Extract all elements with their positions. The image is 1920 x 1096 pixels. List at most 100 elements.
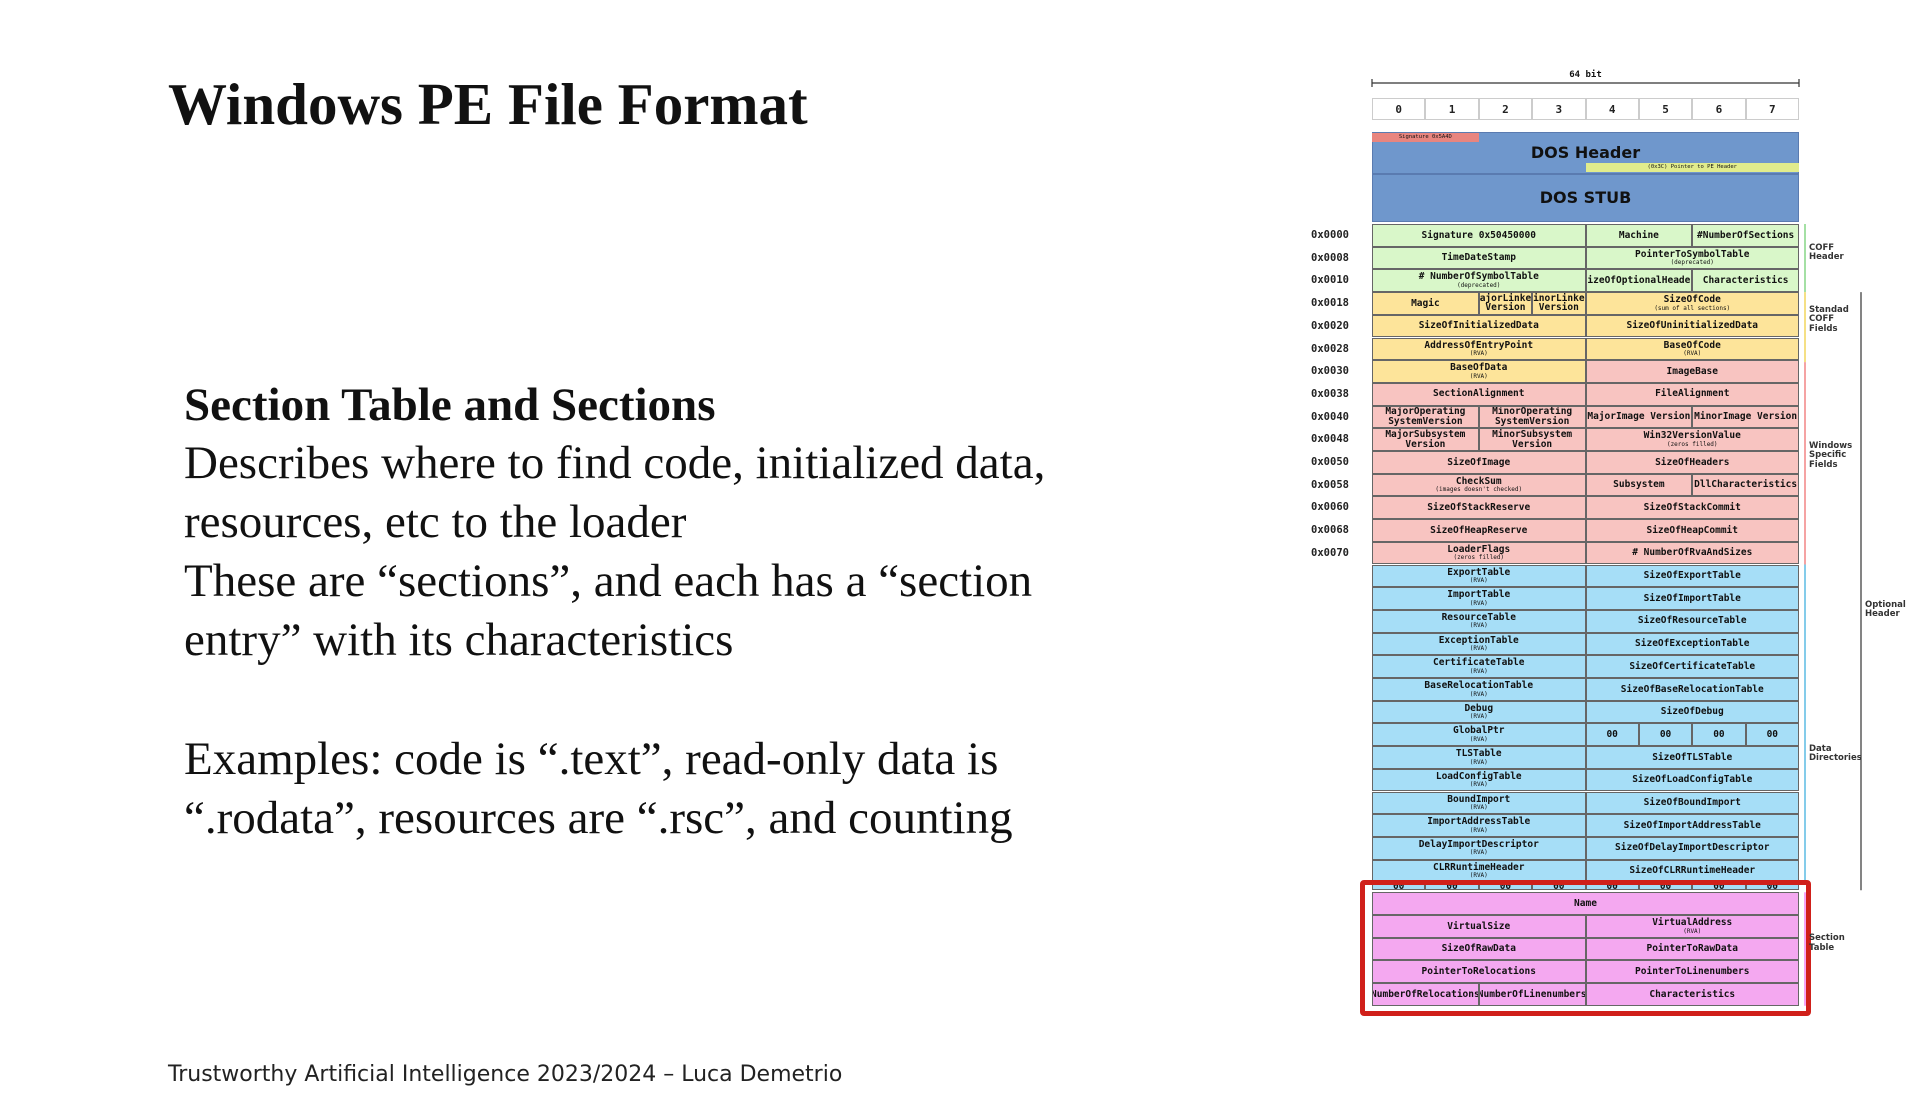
- datadir-2-left: ResourceTable (RVA): [1372, 609, 1586, 633]
- win-row-4-left-label: CheckSum: [1455, 475, 1502, 487]
- byte-column-2: 2: [1478, 98, 1533, 120]
- datadir-3-left-note: (RVA): [1469, 645, 1488, 653]
- win-row-1-q1-label: MajorOperating SystemVersion: [1385, 406, 1466, 427]
- win-row-1-q3: MajorImage Version: [1585, 405, 1693, 429]
- datadir-7-left-note: (RVA): [1469, 735, 1488, 743]
- datadir-13-left: CLRRuntimeHeader (RVA): [1372, 859, 1586, 883]
- coff-row-2-c6: Characteristics: [1692, 269, 1799, 293]
- offset-0x0020: 0x0020: [1311, 319, 1349, 332]
- datadir-7-zero-3-label: 00: [1766, 728, 1779, 740]
- datadir-6-left-note: (RVA): [1469, 713, 1488, 721]
- datadir-7-zero-2-label: 00: [1713, 728, 1725, 740]
- win-row-5-left-label: SizeOfStackReserve: [1427, 501, 1531, 513]
- win-row-7-left: LoaderFlags (zeros filled): [1372, 541, 1586, 565]
- win-row-6-left: SizeOfHeapReserve: [1372, 519, 1586, 542]
- win-row-5-right: SizeOfStackCommit: [1585, 496, 1799, 520]
- section-table-highlight: [1360, 880, 1811, 1016]
- win-row-5-right-label: SizeOfStackCommit: [1643, 501, 1741, 513]
- offset-0x0018: 0x0018: [1311, 297, 1349, 310]
- datadir-7-left-label: GlobalPtr: [1453, 725, 1505, 737]
- std-row-0-c4: MinorLinker Version: [1532, 292, 1586, 315]
- win-row-3-left: SizeOfImage: [1372, 451, 1586, 474]
- win-row-1-q4-label: MinorImage Version: [1694, 411, 1798, 423]
- offset-0x0008: 0x0008: [1311, 251, 1349, 264]
- datadir-8-left-label: TLSTable: [1455, 748, 1502, 760]
- std-row-1-right: SizeOfUninitializedData: [1585, 314, 1799, 338]
- std-row-0-c1-label: Magic: [1411, 297, 1440, 309]
- slide-footer: Trustworthy Artificial Intelligence 2023…: [168, 1062, 843, 1087]
- win-row-1-q3-label: MajorImage Version: [1587, 411, 1691, 423]
- win-row-0-right-label: FileAlignment: [1655, 388, 1730, 400]
- datadir-7-zero-0-label: 00: [1606, 728, 1618, 740]
- datadir-9-left-label: LoadConfigTable: [1435, 770, 1522, 782]
- coff-row-2-c5-label: SizeOfOptionalHeader: [1585, 274, 1693, 286]
- datadir-9-left: LoadConfigTable (RVA): [1372, 768, 1586, 792]
- win-row-0-right: FileAlignment: [1585, 382, 1799, 406]
- std-row-2-left-label: AddressOfEntryPoint: [1424, 339, 1534, 351]
- std-row-2-left: AddressOfEntryPoint (RVA): [1372, 337, 1586, 361]
- datadir-8-right: SizeOfTLSTable: [1585, 746, 1799, 769]
- datadir-2-left-label: ResourceTable: [1441, 611, 1516, 623]
- datadir-12-left-label: DelayImportDescriptor: [1418, 838, 1539, 850]
- slide-body: Section Table and Sections Describes whe…: [184, 376, 1244, 848]
- datadir-12-left: DelayImportDescriptor (RVA): [1372, 836, 1586, 860]
- std-row-2-left-note: (RVA): [1469, 350, 1488, 358]
- dos-stub: DOS STUB: [1372, 174, 1799, 222]
- win-row-3-right-label: SizeOfHeaders: [1655, 456, 1730, 468]
- coff-row-2-left-label: # NumberOfSymbolTable: [1418, 271, 1539, 283]
- win-row-2-q2: MinorSubsystem Version: [1478, 428, 1586, 451]
- datadir-12-right: SizeOfDelayImportDescriptor: [1585, 836, 1799, 860]
- std-row-0-c4-label: MinorLinker Version: [1533, 292, 1585, 314]
- datadir-5-left: BaseRelocationTable (RVA): [1372, 678, 1586, 701]
- coff-row-0-c6: #NumberOfSections: [1692, 224, 1799, 247]
- datadir-10-right: SizeOfBoundImport: [1585, 791, 1799, 815]
- win-row-6-left-label: SizeOfHeapReserve: [1430, 524, 1528, 536]
- win-row-6-right: SizeOfHeapCommit: [1585, 519, 1799, 542]
- win-row-4-left-note: (images doesn't checked): [1435, 486, 1523, 494]
- std-row-3-left-label: BaseOfData: [1450, 362, 1508, 374]
- datadir-7-zero-2: 00: [1692, 723, 1746, 747]
- win-row-7-right: # NumberOfRvaAndSizes: [1585, 541, 1799, 565]
- width-label: 64 bit: [1569, 70, 1602, 80]
- dos-signature: Signature 0x5A4D: [1372, 133, 1479, 142]
- datadir-1-left: ImportTable (RVA): [1372, 587, 1586, 610]
- byte-column-0: 0: [1372, 98, 1426, 120]
- offset-0x0000: 0x0000: [1311, 229, 1349, 241]
- slide-title: Windows PE File Format: [168, 71, 808, 137]
- win-row-6-right-label: SizeOfHeapCommit: [1646, 524, 1738, 536]
- byte-column-7: 7: [1745, 98, 1799, 120]
- coff-row-1-right-note: (deprecated): [1670, 259, 1714, 267]
- datadir-0-left-label: ExportTable: [1447, 566, 1511, 578]
- offset-0x0038: 0x0038: [1311, 387, 1349, 400]
- datadir-2-right: SizeOfResourceTable: [1585, 609, 1799, 633]
- coff-row-1-left: TimeDateStamp: [1372, 246, 1586, 270]
- win-row-4-c5: Subsystem: [1585, 473, 1693, 497]
- offset-0x0028: 0x0028: [1311, 342, 1349, 355]
- coff-row-2-c6-label: Characteristics: [1702, 274, 1789, 286]
- byte-column-3: 3: [1532, 98, 1586, 120]
- datadir-7-zero-0: 00: [1585, 723, 1639, 747]
- win-row-3-left-label: SizeOfImage: [1447, 456, 1511, 468]
- win-row-2-right: Win32VersionValue (zeros filled): [1585, 428, 1799, 451]
- datadir-0-left-note: (RVA): [1469, 577, 1488, 585]
- coff-row-1-right-label: PointerToSymbolTable: [1635, 248, 1750, 260]
- datadir-13-left-label: CLRRuntimeHeader: [1432, 861, 1525, 873]
- coff-row-0-left: Signature 0x50450000: [1372, 224, 1586, 247]
- win-row-1-q2: MinorOperating SystemVersion: [1478, 405, 1586, 429]
- datadir-11-right: SizeOfImportAddressTable: [1585, 814, 1799, 837]
- std-row-0-right-note: (sum of all sections): [1654, 304, 1731, 312]
- std-row-3-right: ImageBase: [1585, 360, 1799, 383]
- offset-0x0048: 0x0048: [1311, 433, 1349, 446]
- std-row-0-c3-label: MajorLinker Version: [1479, 292, 1532, 314]
- coff-row-0-c5: Machine: [1585, 224, 1693, 247]
- win-row-4-c6: DllCharacteristics: [1692, 473, 1799, 497]
- offset-0x0050: 0x0050: [1311, 456, 1349, 468]
- datadir-5-right: SizeOfBaseRelocationTable: [1585, 678, 1799, 701]
- win-row-7-right-label: # NumberOfRvaAndSizes: [1632, 547, 1753, 559]
- offset-0x0058: 0x0058: [1311, 478, 1349, 491]
- win-row-1-q2-label: MinorOperating SystemVersion: [1492, 406, 1573, 427]
- offset-0x0040: 0x0040: [1311, 410, 1349, 423]
- datadir-12-right-label: SizeOfDelayImportDescriptor: [1615, 842, 1770, 854]
- coff-row-0-c5-label: Machine: [1618, 229, 1659, 241]
- win-row-7-left-label: LoaderFlags: [1447, 543, 1511, 555]
